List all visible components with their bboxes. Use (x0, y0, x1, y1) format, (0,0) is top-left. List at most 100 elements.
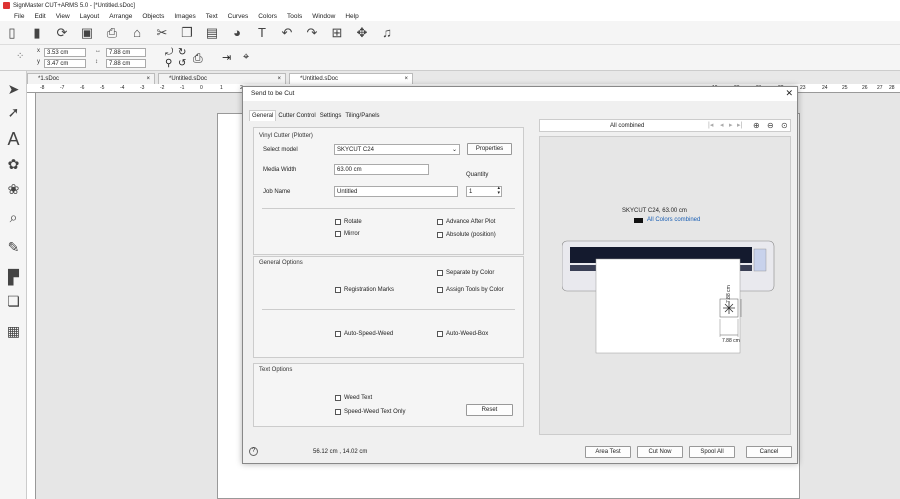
pen-icon[interactable]: ✎ (5, 239, 22, 256)
select-arrow-icon[interactable]: ➤ (5, 81, 22, 98)
reset-button[interactable]: Reset (466, 404, 513, 416)
checkbox-box[interactable] (335, 231, 341, 237)
menu-window[interactable]: Window (312, 13, 335, 20)
text-a-icon[interactable]: A (5, 129, 22, 149)
anchor-grid-icon[interactable]: ⁘ (16, 51, 30, 65)
x-field[interactable]: 3.53 cm (44, 48, 86, 57)
paste-icon[interactable]: ▤ (204, 25, 220, 41)
new-icon[interactable]: ▯ (4, 25, 20, 41)
separate-by-color-checkbox[interactable]: Separate by Color (437, 270, 494, 276)
first-page-icon[interactable]: |◂ (708, 121, 713, 129)
zoom-icon[interactable]: ⌕ (5, 209, 22, 226)
checkbox-box[interactable] (335, 219, 341, 225)
close-icon[interactable]: × (404, 76, 408, 82)
thermometer-icon[interactable]: ⌖ (243, 51, 249, 64)
rotate-checkbox[interactable]: Rotate (335, 219, 362, 225)
menu-objects[interactable]: Objects (142, 13, 164, 20)
text-tool-icon[interactable]: T (254, 25, 270, 41)
refresh-icon[interactable]: ↻ (178, 47, 186, 58)
import-icon[interactable]: ⟳ (54, 25, 70, 41)
arrow-right-icon[interactable]: ⇥ (222, 51, 231, 64)
redo-icon[interactable]: ↷ (304, 25, 320, 41)
menu-arrange[interactable]: Arrange (109, 13, 132, 20)
close-icon[interactable]: ✕ (785, 88, 793, 99)
menu-colors[interactable]: Colors (258, 13, 277, 20)
checkbox-box[interactable] (335, 395, 341, 401)
checkbox-box[interactable] (437, 219, 443, 225)
auto-weed-box-checkbox[interactable]: Auto-Weed-Box (437, 331, 488, 337)
zoom-out-icon[interactable]: ⊖ (767, 121, 774, 130)
menu-curves[interactable]: Curves (228, 13, 249, 20)
rotate-icon[interactable]: ⤾ (165, 47, 173, 58)
lock-ratio-icon[interactable]: ⚲ (165, 58, 172, 69)
menu-file[interactable]: File (14, 13, 24, 20)
checkbox-box[interactable] (437, 331, 443, 337)
cancel-button[interactable]: Cancel (746, 446, 792, 458)
close-icon[interactable]: × (277, 76, 281, 82)
registration-marks-checkbox[interactable]: Registration Marks (335, 287, 394, 293)
fill-icon[interactable]: ◕ (229, 25, 245, 41)
menu-help[interactable]: Help (345, 13, 358, 20)
image-icon[interactable]: ▦ (5, 323, 22, 340)
menu-text[interactable]: Text (206, 13, 218, 20)
menu-edit[interactable]: Edit (34, 13, 45, 20)
last-page-icon[interactable]: ▸| (737, 121, 742, 129)
weld-icon[interactable]: ❀ (5, 181, 22, 198)
mirror-checkbox[interactable]: Mirror (335, 231, 360, 237)
properties-button[interactable]: Properties (467, 143, 512, 155)
checkbox-box[interactable] (437, 270, 443, 276)
quantity-stepper[interactable]: 1 ▴ ▾ (466, 186, 502, 197)
next-page-icon[interactable]: ▸ (729, 121, 733, 129)
node-edit-icon[interactable]: ✥ (354, 25, 370, 41)
shapes-icon[interactable]: ✿ (5, 156, 22, 173)
tab-general[interactable]: General (249, 110, 277, 121)
area-test-button[interactable]: Area Test (585, 446, 631, 458)
auto-speed-weed-checkbox[interactable]: Auto-Speed-Weed (335, 331, 393, 337)
menu-tools[interactable]: Tools (287, 13, 302, 20)
job-name-field[interactable]: Untitled (334, 186, 458, 197)
bell-icon[interactable]: ♫ (379, 25, 395, 41)
model-select[interactable]: SKYCUT C24 ⌄ (334, 144, 460, 155)
media-width-field[interactable]: 63.00 cm (334, 164, 429, 175)
speed-weed-text-checkbox[interactable]: Speed-Weed Text Only (335, 409, 405, 415)
checkbox-box[interactable] (335, 331, 341, 337)
printer-icon[interactable]: ⎙ (193, 51, 203, 66)
help-icon[interactable]: ? (249, 447, 258, 456)
zoom-in-icon[interactable]: ⊕ (753, 121, 760, 130)
grid-icon[interactable]: ⊞ (329, 25, 345, 41)
menu-layout[interactable]: Layout (80, 13, 100, 20)
cut-tool-icon[interactable]: ▛ (5, 269, 22, 286)
open-icon[interactable]: ▮ (29, 25, 45, 41)
checkbox-box[interactable] (335, 287, 341, 293)
width-field[interactable]: 7.88 cm (106, 48, 146, 57)
absolute-position-checkbox[interactable]: Absolute (position) (437, 232, 496, 238)
reset-icon[interactable]: ↺ (178, 58, 186, 69)
menu-view[interactable]: View (56, 13, 70, 20)
print-icon[interactable]: ⎙ (104, 25, 120, 41)
layers-icon[interactable]: ❏ (5, 293, 22, 310)
zoom-fit-icon[interactable]: ⊙ (781, 121, 788, 130)
stepper-arrows-icon[interactable]: ▴ ▾ (497, 186, 500, 196)
cut-plot-icon[interactable]: ⌂ (129, 25, 145, 41)
checkbox-box[interactable] (335, 409, 341, 415)
height-field[interactable]: 7.88 cm (106, 59, 146, 68)
checkbox-box[interactable] (437, 287, 443, 293)
cut-now-button[interactable]: Cut Now (637, 446, 683, 458)
checkbox-box[interactable] (437, 232, 443, 238)
menu-images[interactable]: Images (174, 13, 195, 20)
tab-tiling-panels[interactable]: Tiling/Panels (343, 111, 381, 121)
weed-text-checkbox[interactable]: Weed Text (335, 395, 372, 401)
save-icon[interactable]: ▣ (79, 25, 95, 41)
spool-all-button[interactable]: Spool All (689, 446, 735, 458)
scissors-icon[interactable]: ✂ (154, 25, 170, 41)
doc-tab-3[interactable]: *Untitled.sDoc × (289, 73, 413, 84)
doc-tab-2[interactable]: *Untitled.sDoc × (158, 73, 286, 84)
preview-combo[interactable]: All combined (610, 123, 644, 129)
tab-cutter-control[interactable]: Cutter Control (276, 111, 317, 121)
close-icon[interactable]: × (146, 76, 150, 82)
doc-tab-1[interactable]: *1.sDoc × (27, 73, 155, 84)
assign-tools-checkbox[interactable]: Assign Tools by Color (437, 287, 504, 293)
advance-after-plot-checkbox[interactable]: Advance After Plot (437, 219, 495, 225)
prev-page-icon[interactable]: ◂ (720, 121, 724, 129)
tab-settings[interactable]: Settings (318, 111, 344, 121)
